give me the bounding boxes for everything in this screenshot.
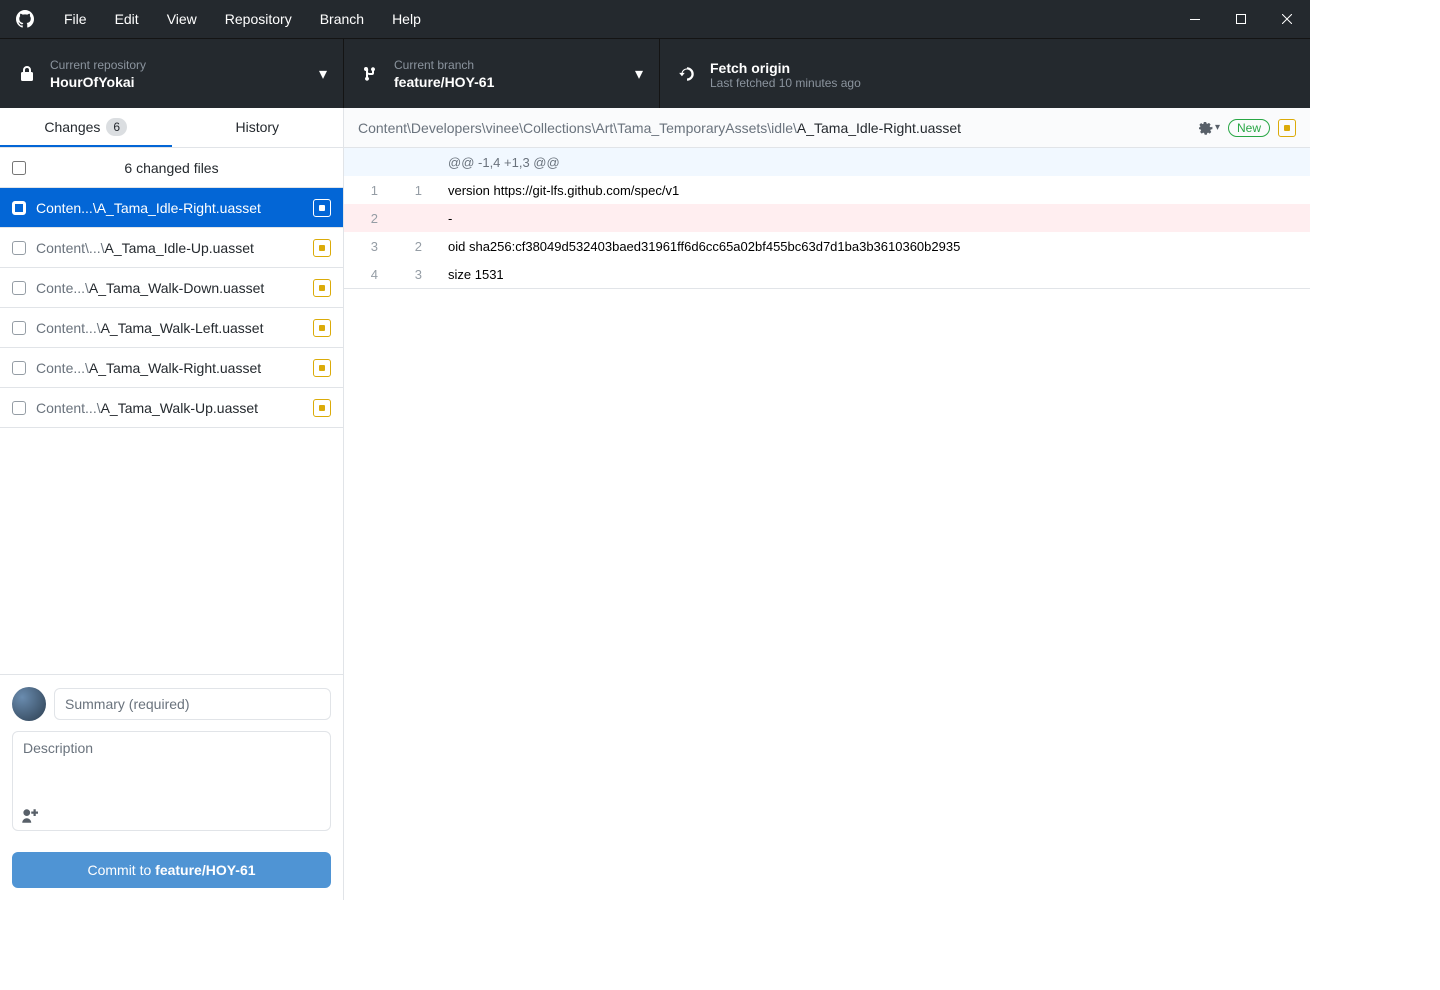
commit-button[interactable]: Commit to feature/HOY-61	[12, 852, 331, 888]
diff-settings-button[interactable]: ▾	[1197, 120, 1220, 136]
diff-header: Content\Developers\vinee\Collections\Art…	[344, 108, 1310, 148]
fetch-label: Fetch origin	[710, 60, 861, 76]
fetch-origin-button[interactable]: Fetch origin Last fetched 10 minutes ago	[660, 39, 1310, 108]
current-branch-selector[interactable]: Current branch feature/HOY-61 ▾	[344, 39, 660, 108]
file-checkbox[interactable]	[12, 241, 26, 255]
diff-body[interactable]: @@ -1,4 +1,3 @@ 1 1 version https://git-…	[344, 148, 1310, 900]
toolbar: Current repository HourOfYokai ▾ Current…	[0, 38, 1310, 108]
diff-path-dir: Content\Developers\vinee\Collections\Art…	[358, 120, 797, 136]
window-maximize-button[interactable]	[1218, 0, 1264, 38]
repo-name: HourOfYokai	[50, 74, 146, 90]
repo-label: Current repository	[50, 58, 146, 72]
file-row[interactable]: Content...\A_Tama_Walk-Left.uasset	[0, 308, 343, 348]
commit-button-branch: feature/HOY-61	[155, 862, 255, 878]
gutter-new: 3	[388, 267, 432, 282]
file-list: Conten...\A_Tama_Idle-Right.uasset Conte…	[0, 188, 343, 674]
file-name: Conte...\A_Tama_Walk-Down.uasset	[36, 280, 303, 296]
menu-repository[interactable]: Repository	[211, 0, 306, 38]
chevron-down-icon: ▾	[303, 64, 327, 84]
github-logo-icon	[0, 10, 50, 28]
avatar	[12, 687, 46, 721]
menu-edit[interactable]: Edit	[101, 0, 153, 38]
window-controls	[1172, 0, 1310, 38]
sync-icon	[676, 65, 698, 83]
sidebar-tabs: Changes 6 History	[0, 108, 343, 148]
diff-line[interactable]: @@ -1,4 +1,3 @@	[344, 148, 1310, 176]
modified-icon	[313, 319, 331, 337]
file-checkbox[interactable]	[12, 361, 26, 375]
file-checkbox[interactable]	[12, 281, 26, 295]
fetch-status: Last fetched 10 minutes ago	[710, 76, 861, 90]
file-row[interactable]: Content...\A_Tama_Walk-Up.uasset	[0, 388, 343, 428]
file-row[interactable]: Conte...\A_Tama_Walk-Right.uasset	[0, 348, 343, 388]
modified-icon	[313, 399, 331, 417]
branch-label: Current branch	[394, 58, 494, 72]
branch-name: feature/HOY-61	[394, 74, 494, 90]
gutter-old: 2	[344, 211, 388, 226]
diff-line[interactable]: 4 3 size 1531	[344, 260, 1310, 288]
tab-changes[interactable]: Changes 6	[0, 108, 172, 147]
add-coauthor-button[interactable]	[20, 807, 38, 830]
tab-changes-label: Changes	[44, 119, 100, 135]
diff-line[interactable]: 1 1 version https://git-lfs.github.com/s…	[344, 176, 1310, 204]
window-close-button[interactable]	[1264, 0, 1310, 38]
gutter-old: 4	[344, 267, 388, 282]
diff-line[interactable]: 2 -	[344, 204, 1310, 232]
file-row[interactable]: Conte...\A_Tama_Walk-Down.uasset	[0, 268, 343, 308]
diff-panel: Content\Developers\vinee\Collections\Art…	[344, 108, 1310, 900]
menu-view[interactable]: View	[153, 0, 211, 38]
modified-icon	[313, 199, 331, 217]
window-minimize-button[interactable]	[1172, 0, 1218, 38]
file-name: Content...\A_Tama_Walk-Up.uasset	[36, 400, 303, 416]
modified-icon	[313, 239, 331, 257]
file-checkbox[interactable]	[12, 201, 26, 215]
current-repository-selector[interactable]: Current repository HourOfYokai ▾	[0, 39, 344, 108]
app-menu: File Edit View Repository Branch Help	[50, 0, 1172, 38]
diff-file-path: Content\Developers\vinee\Collections\Art…	[358, 120, 1189, 136]
changes-count-badge: 6	[106, 118, 127, 136]
changes-header-label: 6 changed files	[12, 160, 331, 176]
diff-line[interactable]: 3 2 oid sha256:cf38049d532403baed31961ff…	[344, 232, 1310, 260]
changes-header: 6 changed files	[0, 148, 343, 188]
diff-content: -	[436, 207, 1310, 230]
file-name: Content...\A_Tama_Walk-Left.uasset	[36, 320, 303, 336]
lock-icon	[16, 66, 38, 82]
file-checkbox[interactable]	[12, 401, 26, 415]
gutter-new: 2	[388, 239, 432, 254]
menu-file[interactable]: File	[50, 0, 101, 38]
commit-description-input[interactable]	[12, 731, 331, 831]
new-badge: New	[1228, 119, 1270, 137]
file-row[interactable]: Content\...\A_Tama_Idle-Up.uasset	[0, 228, 343, 268]
diff-content: oid sha256:cf38049d532403baed31961ff6d6c…	[436, 235, 1310, 258]
tab-history[interactable]: History	[172, 108, 344, 147]
commit-form: Commit to feature/HOY-61	[0, 674, 343, 900]
gutter-old: 1	[344, 183, 388, 198]
chevron-down-icon: ▾	[619, 64, 643, 84]
git-branch-icon	[360, 66, 382, 82]
modified-icon	[313, 359, 331, 377]
chevron-down-icon: ▾	[1215, 122, 1220, 133]
gutter-old: 3	[344, 239, 388, 254]
commit-summary-input[interactable]	[54, 688, 331, 720]
gutter-new: 1	[388, 183, 432, 198]
modified-icon	[1278, 119, 1296, 137]
modified-icon	[313, 279, 331, 297]
sidebar: Changes 6 History 6 changed files Conten…	[0, 108, 344, 900]
file-name: Conte...\A_Tama_Walk-Right.uasset	[36, 360, 303, 376]
file-row[interactable]: Conten...\A_Tama_Idle-Right.uasset	[0, 188, 343, 228]
diff-content: @@ -1,4 +1,3 @@	[436, 151, 1310, 174]
file-checkbox[interactable]	[12, 321, 26, 335]
file-name: Content\...\A_Tama_Idle-Up.uasset	[36, 240, 303, 256]
diff-content: size 1531	[436, 263, 1310, 286]
commit-button-prefix: Commit to	[87, 862, 155, 878]
file-name: Conten...\A_Tama_Idle-Right.uasset	[36, 200, 303, 216]
menu-branch[interactable]: Branch	[306, 0, 378, 38]
menu-help[interactable]: Help	[378, 0, 435, 38]
main: Changes 6 History 6 changed files Conten…	[0, 108, 1310, 900]
diff-path-filename: A_Tama_Idle-Right.uasset	[797, 120, 961, 136]
titlebar: File Edit View Repository Branch Help	[0, 0, 1310, 38]
diff-content: version https://git-lfs.github.com/spec/…	[436, 179, 1310, 202]
